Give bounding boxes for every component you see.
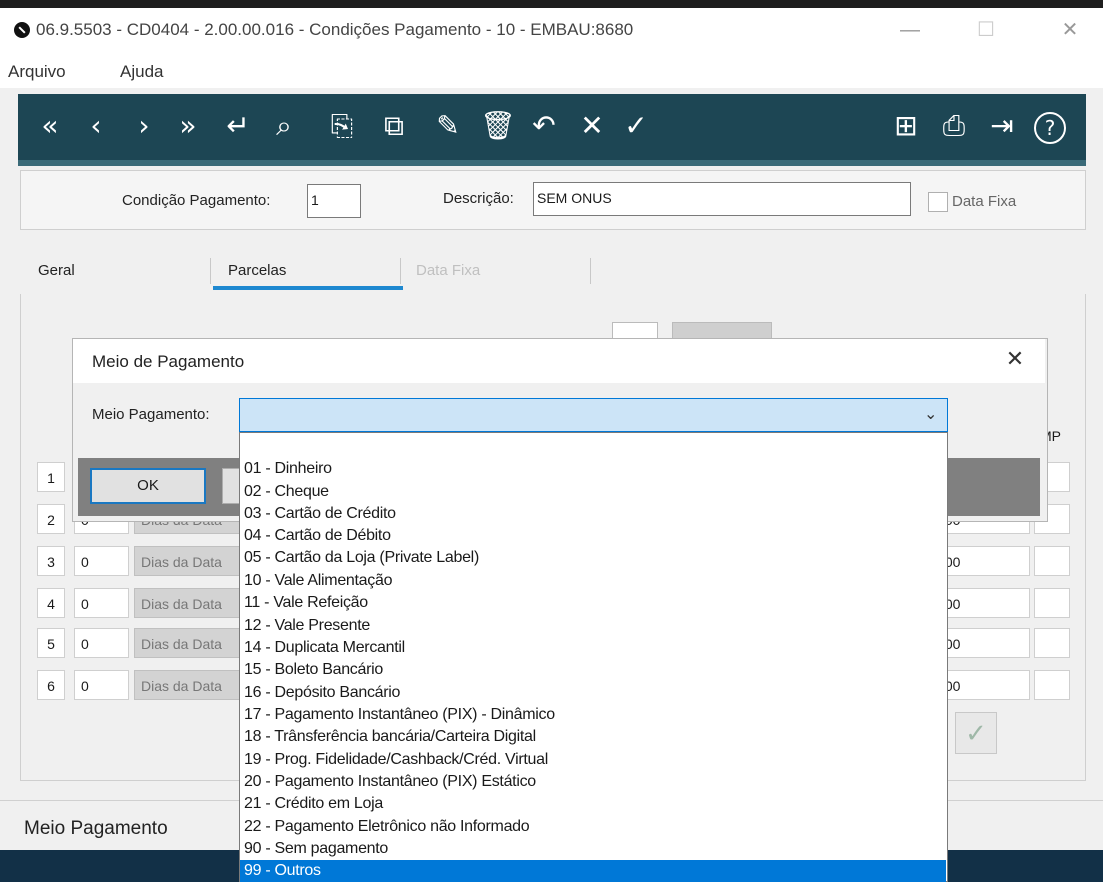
dropdown-option[interactable]: 90 - Sem pagamento bbox=[240, 838, 946, 860]
row-mp[interactable] bbox=[1034, 628, 1070, 658]
dropdown-option[interactable]: 10 - Vale Alimentação bbox=[240, 570, 946, 592]
condicao-label: Condição Pagamento: bbox=[122, 192, 271, 209]
dropdown-option[interactable]: 03 - Cartão de Crédito bbox=[240, 503, 946, 525]
row-percent[interactable]: ,00 bbox=[940, 628, 1030, 658]
dropdown-option[interactable]: 18 - Trânsferência bancária/Carteira Dig… bbox=[240, 726, 946, 748]
row-mp[interactable] bbox=[1034, 546, 1070, 576]
dropdown-option[interactable]: 04 - Cartão de Débito bbox=[240, 525, 946, 547]
last-icon[interactable]: » bbox=[172, 106, 204, 146]
dropdown-option[interactable]: 15 - Boleto Bancário bbox=[240, 659, 946, 681]
chevron-down-icon[interactable]: ⌄ bbox=[924, 404, 937, 424]
dialog-title: Meio de Pagamento bbox=[92, 352, 245, 371]
row-number: 6 bbox=[37, 670, 65, 700]
search-icon[interactable]: ⌕ bbox=[268, 106, 300, 146]
close-window-button[interactable]: ✕ bbox=[1050, 16, 1090, 44]
row-number: 3 bbox=[37, 546, 65, 576]
row-type[interactable]: Dias da Data bbox=[134, 546, 244, 576]
dropdown-option[interactable]: 02 - Cheque bbox=[240, 481, 946, 503]
row-number: 1 bbox=[37, 462, 65, 492]
row-days[interactable]: 0 bbox=[74, 628, 129, 658]
row-days[interactable]: 0 bbox=[74, 588, 129, 618]
dropdown-option[interactable]: 20 - Pagamento Instantâneo (PIX) Estátic… bbox=[240, 771, 946, 793]
dropdown-option[interactable]: 22 - Pagamento Eletrônico não Informado bbox=[240, 816, 946, 838]
dropdown-option[interactable]: 17 - Pagamento Instantâneo (PIX) - Dinâm… bbox=[240, 704, 946, 726]
active-tab-indicator bbox=[213, 286, 403, 290]
dialog-close-icon[interactable]: ✕ bbox=[1000, 346, 1030, 372]
tab-separator bbox=[590, 258, 591, 284]
next-icon[interactable]: › bbox=[128, 106, 160, 146]
dropdown-option[interactable]: 19 - Prog. Fidelidade/Cashback/Créd. Vir… bbox=[240, 749, 946, 771]
confirm-parcelas-button[interactable]: ✓ bbox=[955, 712, 997, 754]
help-icon[interactable]: ? bbox=[1034, 112, 1066, 144]
copy-icon[interactable]: ⧉ bbox=[378, 106, 410, 146]
row-type[interactable]: Dias da Data bbox=[134, 670, 244, 700]
data-fixa-checkbox[interactable] bbox=[928, 192, 948, 212]
new-icon[interactable]: ⎘ bbox=[326, 106, 358, 146]
row-number: 4 bbox=[37, 588, 65, 618]
menu-bar bbox=[0, 58, 1103, 88]
row-days[interactable]: 0 bbox=[74, 546, 129, 576]
row-percent[interactable]: ,00 bbox=[940, 546, 1030, 576]
tab-geral[interactable]: Geral bbox=[38, 262, 75, 279]
row-percent[interactable]: ,00 bbox=[940, 588, 1030, 618]
status-text: Meio Pagamento bbox=[24, 818, 168, 839]
dropdown-option[interactable] bbox=[240, 436, 946, 458]
tab-separator bbox=[210, 258, 211, 284]
menu-ajuda[interactable]: Ajuda bbox=[120, 62, 163, 82]
dropdown-option[interactable]: 21 - Crédito em Loja bbox=[240, 793, 946, 815]
undo-icon[interactable]: ↶ bbox=[528, 106, 560, 146]
enter-icon[interactable]: ↵ bbox=[222, 106, 254, 146]
tab-parcelas[interactable]: Parcelas bbox=[228, 262, 286, 279]
data-fixa-label: Data Fixa bbox=[952, 193, 1017, 210]
tab-data-fixa[interactable]: Data Fixa bbox=[416, 262, 480, 279]
row-mp[interactable] bbox=[1034, 670, 1070, 700]
dropdown-option[interactable]: 16 - Depósito Bancário bbox=[240, 682, 946, 704]
row-days[interactable]: 0 bbox=[74, 670, 129, 700]
cancel-icon[interactable]: ✕ bbox=[576, 106, 608, 146]
row-type[interactable]: Dias da Data bbox=[134, 628, 244, 658]
meio-pagamento-select[interactable] bbox=[239, 398, 948, 432]
dropdown-option[interactable]: 05 - Cartão da Loja (Private Label) bbox=[240, 547, 946, 569]
prev-icon[interactable]: ‹ bbox=[80, 106, 112, 146]
condicao-field[interactable]: 1 bbox=[307, 184, 361, 218]
dropdown-option[interactable]: 14 - Duplicata Mercantil bbox=[240, 637, 946, 659]
dropdown-option[interactable]: 11 - Vale Refeição bbox=[240, 592, 946, 614]
dropdown-option[interactable]: 01 - Dinheiro bbox=[240, 458, 946, 480]
ok-button[interactable]: OK bbox=[90, 468, 206, 504]
menu-arquivo[interactable]: Arquivo bbox=[8, 62, 66, 82]
descricao-field[interactable]: SEM ONUS bbox=[533, 182, 911, 216]
app-logo-icon bbox=[14, 22, 30, 38]
row-mp[interactable] bbox=[1034, 588, 1070, 618]
tree-icon[interactable]: ⊞ bbox=[890, 106, 922, 146]
meio-pagamento-label: Meio Pagamento: bbox=[92, 406, 210, 423]
maximize-button[interactable]: ☐ bbox=[966, 16, 1006, 44]
confirm-icon[interactable]: ✓ bbox=[620, 106, 652, 146]
descricao-label: Descrição: bbox=[443, 190, 514, 207]
minimize-button[interactable]: — bbox=[890, 16, 930, 44]
row-percent[interactable]: ,00 bbox=[940, 670, 1030, 700]
exit-icon[interactable]: ⇥ bbox=[986, 106, 1018, 146]
dropdown-option[interactable]: 12 - Vale Presente bbox=[240, 615, 946, 637]
first-icon[interactable]: « bbox=[34, 106, 66, 146]
tab-separator bbox=[400, 258, 401, 284]
row-number: 2 bbox=[37, 504, 65, 534]
edit-icon[interactable]: ✎ bbox=[432, 106, 464, 146]
print-icon[interactable]: ⎙ bbox=[938, 106, 970, 146]
delete-icon[interactable]: 🗑 bbox=[480, 106, 516, 146]
row-type[interactable]: Dias da Data bbox=[134, 588, 244, 618]
dropdown-option-selected[interactable]: 99 - Outros bbox=[240, 860, 946, 882]
window-title: 06.9.5503 - CD0404 - 2.00.00.016 - Condi… bbox=[36, 20, 634, 39]
row-number: 5 bbox=[37, 628, 65, 658]
